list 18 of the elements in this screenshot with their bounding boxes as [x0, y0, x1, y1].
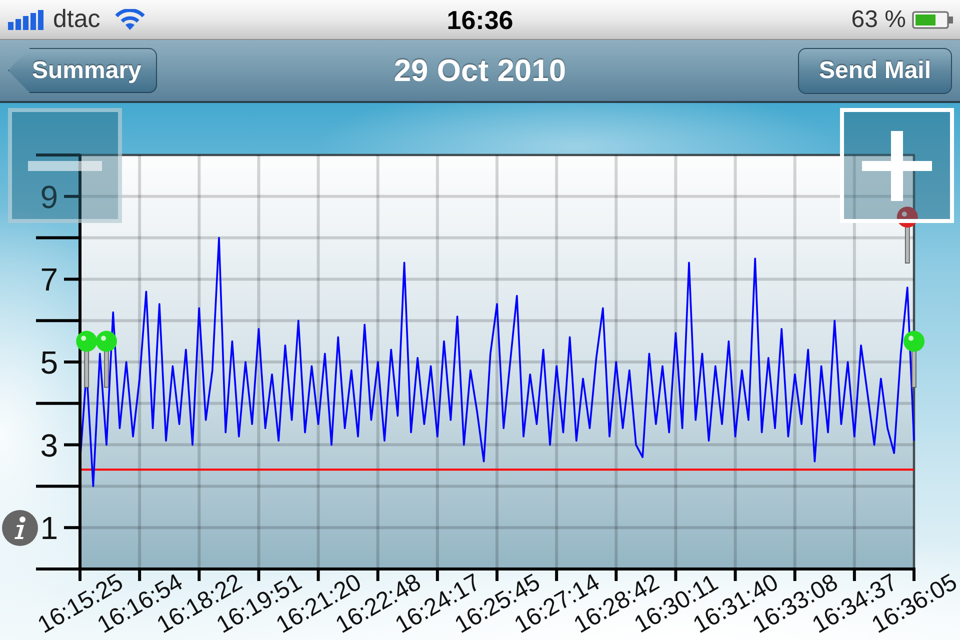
plus-icon: [862, 130, 932, 200]
wifi-icon: [114, 8, 146, 30]
y-axis-label: 9: [40, 178, 58, 215]
send-mail-button[interactable]: Send Mail: [798, 48, 952, 94]
back-button[interactable]: Summary: [8, 48, 157, 93]
signal-icon: [8, 10, 46, 30]
status-time: 16:36: [446, 6, 514, 32]
zoom-in-button[interactable]: [840, 108, 954, 223]
battery-percentage: 63 %: [851, 8, 906, 32]
info-icon[interactable]: [2, 510, 38, 546]
navigation-title: 29 Oct 2010: [394, 55, 566, 86]
carrier-name: dtac: [53, 7, 100, 32]
y-axis-label: 1: [40, 510, 58, 546]
y-axis-label: 7: [40, 262, 58, 298]
minus-icon: [28, 160, 102, 170]
battery-icon: [912, 10, 954, 28]
y-axis-label: 5: [40, 344, 58, 380]
y-axis-label: 3: [40, 427, 58, 464]
